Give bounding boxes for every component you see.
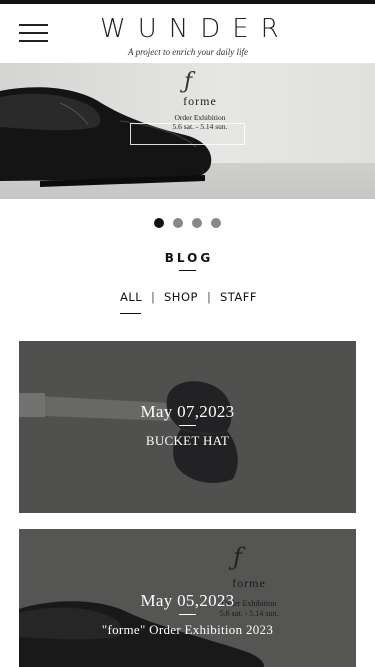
filter-shop[interactable]: SHOP: [164, 290, 198, 304]
carousel-dot-1[interactable]: [154, 218, 164, 228]
blog-post-card[interactable]: ƒ forme Order Exhibition 5.6 sat. - 5.14…: [19, 529, 356, 667]
carousel-dot-2[interactable]: [173, 218, 183, 228]
post-date: May 07,2023: [140, 402, 235, 421]
blog-heading-rule: [179, 270, 196, 271]
carousel-dot-4[interactable]: [211, 218, 221, 228]
post-title: "forme" Order Exhibition 2023: [101, 622, 274, 637]
hero-carousel[interactable]: ƒ forme Order Exhibition 5.6 sat. - 5.14…: [0, 63, 375, 199]
site-tagline: A project to enrich your daily life: [128, 47, 248, 57]
hero-link-button[interactable]: [130, 123, 245, 145]
brand-signature-logo: ƒ: [184, 69, 193, 94]
menu-line: [19, 32, 48, 34]
brand-signature-logo: ƒ: [233, 543, 242, 571]
carousel-dots: [0, 215, 375, 228]
filter-separator: |: [151, 290, 156, 304]
post-date: May 05,2023: [140, 591, 235, 610]
hero-event: Order Exhibition: [174, 113, 226, 122]
site-header: WUNDER A project to enrich your daily li…: [0, 4, 375, 63]
filter-staff[interactable]: STAFF: [220, 290, 257, 304]
hamburger-menu-icon[interactable]: [19, 24, 48, 42]
filter-all[interactable]: ALL: [120, 290, 142, 304]
menu-line: [19, 24, 48, 26]
blog-filter-nav: ALL | SHOP | STAFF: [0, 290, 375, 310]
post-rule: [179, 614, 196, 615]
menu-line: [19, 40, 48, 42]
hero-brand: forme: [183, 94, 217, 108]
carousel-dot-3[interactable]: [192, 218, 202, 228]
blog-heading: BLOG: [164, 251, 214, 265]
card-overlay: [19, 341, 356, 513]
blog-post-card[interactable]: May 07,2023 BUCKET HAT: [19, 341, 356, 513]
image-brand: forme: [232, 576, 266, 590]
post-title: BUCKET HAT: [145, 433, 230, 448]
post-rule: [179, 425, 196, 426]
filter-separator: |: [207, 290, 212, 304]
site-logo[interactable]: WUNDER: [88, 14, 288, 44]
active-filter-underline: [120, 313, 141, 314]
